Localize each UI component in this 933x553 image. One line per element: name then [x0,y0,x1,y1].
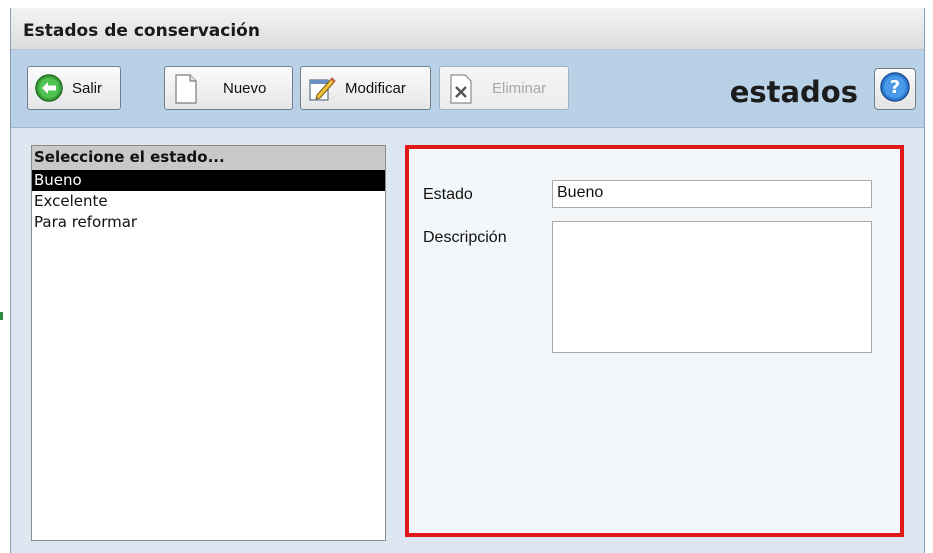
estado-field[interactable]: Bueno [552,180,872,208]
module-brand-text: estados [729,75,858,109]
modificar-button[interactable]: Modificar [300,66,431,110]
modificar-label: Modificar [345,79,406,97]
title-bar: Estados de conservación [11,8,924,50]
svg-text:?: ? [890,77,900,98]
delete-icon [446,73,476,104]
toolbar: Salir Nuevo Modificar Eliminar estados ? [11,50,924,128]
back-arrow-icon [34,73,64,103]
main-window: Estados de conservación Salir Nuevo Modi… [10,8,925,553]
help-question-icon: ? [879,71,911,107]
list-item[interactable]: Para reformar [32,212,385,233]
detail-panel: Estado Bueno Descripción [405,145,904,537]
salir-label: Salir [72,79,103,97]
salir-button[interactable]: Salir [27,66,121,110]
estado-label: Estado [423,186,473,203]
nuevo-label: Nuevo [223,79,267,97]
descripcion-field[interactable] [552,221,872,353]
edge-marker [0,312,3,320]
new-document-icon [171,73,201,104]
descripcion-label: Descripción [423,229,507,246]
eliminar-button[interactable]: Eliminar [439,66,569,110]
list-item[interactable]: Excelente [32,191,385,212]
eliminar-label: Eliminar [492,79,547,97]
help-button[interactable]: ? [874,68,916,110]
nuevo-button[interactable]: Nuevo [164,66,293,110]
estado-listbox[interactable]: Seleccione el estado... Bueno Excelente … [31,145,386,541]
edit-pencil-icon [307,73,337,103]
list-header: Seleccione el estado... [32,146,385,170]
window-title: Estados de conservación [23,21,260,41]
list-item[interactable]: Bueno [32,170,385,191]
